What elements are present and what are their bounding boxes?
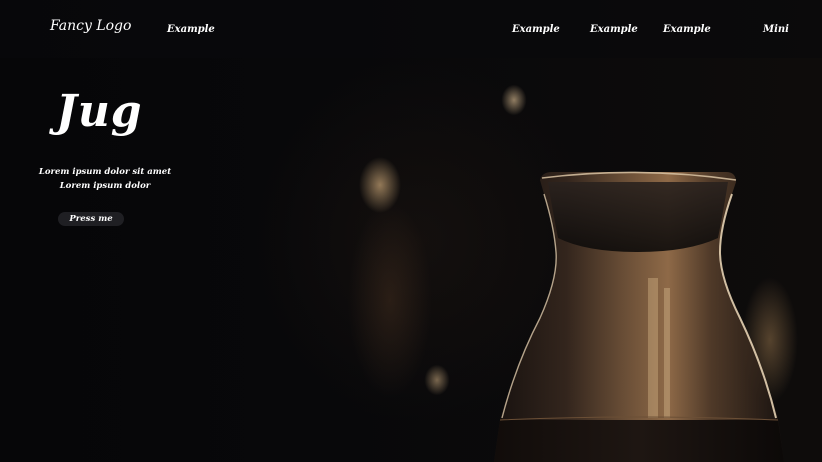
nav-link-example-1[interactable]: Example xyxy=(167,24,215,35)
site-logo[interactable]: Fancy Logo xyxy=(50,18,131,34)
nav-link-mini[interactable]: Mini xyxy=(763,24,789,35)
hero-subtitle: Lorem ipsum dolor sit amet Lorem ipsum d… xyxy=(30,165,180,193)
hero-title: Jug xyxy=(56,86,143,137)
press-me-button[interactable]: Press me xyxy=(58,212,124,226)
jug-image xyxy=(494,171,784,462)
hero-subtitle-line-1: Lorem ipsum dolor sit amet xyxy=(38,167,172,177)
top-navigation: Fancy Logo Example Example Example Examp… xyxy=(0,0,822,58)
nav-link-example-2[interactable]: Example xyxy=(512,24,560,35)
hero-subtitle-line-2: Lorem ipsum dolor xyxy=(59,181,151,191)
nav-link-example-3[interactable]: Example xyxy=(590,24,638,35)
hero-background-image xyxy=(0,0,822,462)
nav-link-example-4[interactable]: Example xyxy=(663,24,711,35)
